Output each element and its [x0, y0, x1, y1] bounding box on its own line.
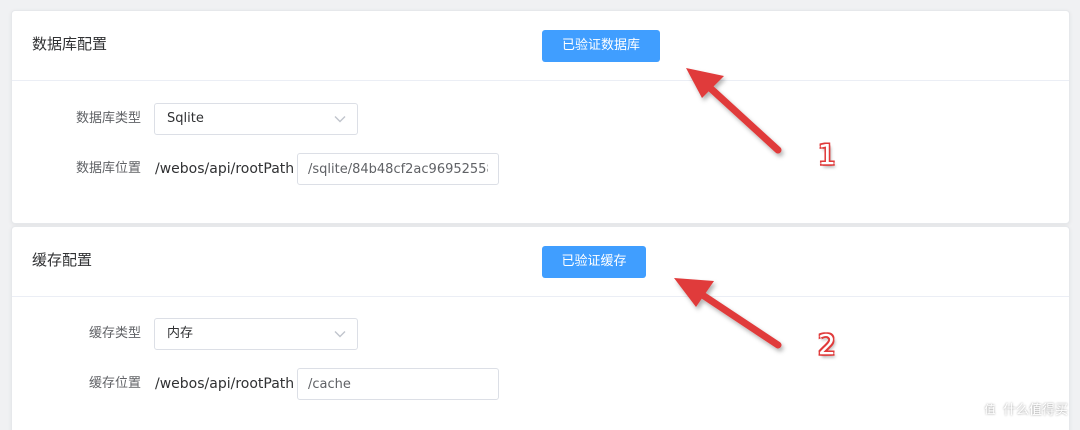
- cache-type-row: 缓存类型 内存: [12, 318, 1069, 350]
- database-config-card: 数据库配置 已验证数据库 数据库类型 Sqlite 数据库位置 /webos/a…: [11, 10, 1070, 224]
- cache-location-row: 缓存位置 /webos/api/rootPath: [12, 368, 1069, 400]
- verify-database-button[interactable]: 已验证数据库: [542, 30, 660, 62]
- verify-cache-button[interactable]: 已验证缓存: [542, 246, 646, 278]
- settings-page: 数据库配置 已验证数据库 数据库类型 Sqlite 数据库位置 /webos/a…: [0, 0, 1080, 430]
- database-path-input[interactable]: [297, 153, 499, 185]
- chevron-down-icon: [334, 116, 346, 123]
- cache-card-header: 缓存配置 已验证缓存: [12, 227, 1069, 297]
- watermark: 值 什么值得买: [981, 399, 1068, 418]
- database-path-prefix: /webos/api/rootPath: [155, 161, 295, 177]
- annotation-number-1: 1: [818, 138, 836, 171]
- database-location-row: 数据库位置 /webos/api/rootPath: [12, 153, 1069, 185]
- watermark-logo-icon: 值: [981, 399, 999, 418]
- cache-location-label: 缓存位置: [88, 376, 141, 391]
- svg-text:值: 值: [984, 403, 995, 416]
- database-type-value: Sqlite: [167, 111, 204, 126]
- watermark-text: 什么值得买: [1002, 403, 1068, 418]
- database-card-title: 数据库配置: [32, 35, 108, 53]
- cache-type-select[interactable]: 内存: [154, 318, 358, 350]
- cache-path-prefix: /webos/api/rootPath: [155, 376, 295, 392]
- cache-type-value: 内存: [167, 326, 194, 341]
- cache-card-title: 缓存配置: [32, 251, 93, 269]
- cache-config-card: 缓存配置 已验证缓存 缓存类型 内存 缓存位置 /webos/api/rootP…: [11, 226, 1070, 430]
- database-card-header: 数据库配置 已验证数据库: [12, 11, 1069, 81]
- database-location-label: 数据库位置: [75, 161, 141, 176]
- annotation-number-2: 2: [818, 328, 836, 361]
- cache-type-label: 缓存类型: [88, 326, 141, 341]
- chevron-down-icon: [334, 331, 346, 338]
- database-type-select[interactable]: Sqlite: [154, 103, 358, 135]
- database-type-label: 数据库类型: [75, 111, 141, 126]
- database-type-row: 数据库类型 Sqlite: [12, 103, 1069, 135]
- cache-path-input[interactable]: [297, 368, 499, 400]
